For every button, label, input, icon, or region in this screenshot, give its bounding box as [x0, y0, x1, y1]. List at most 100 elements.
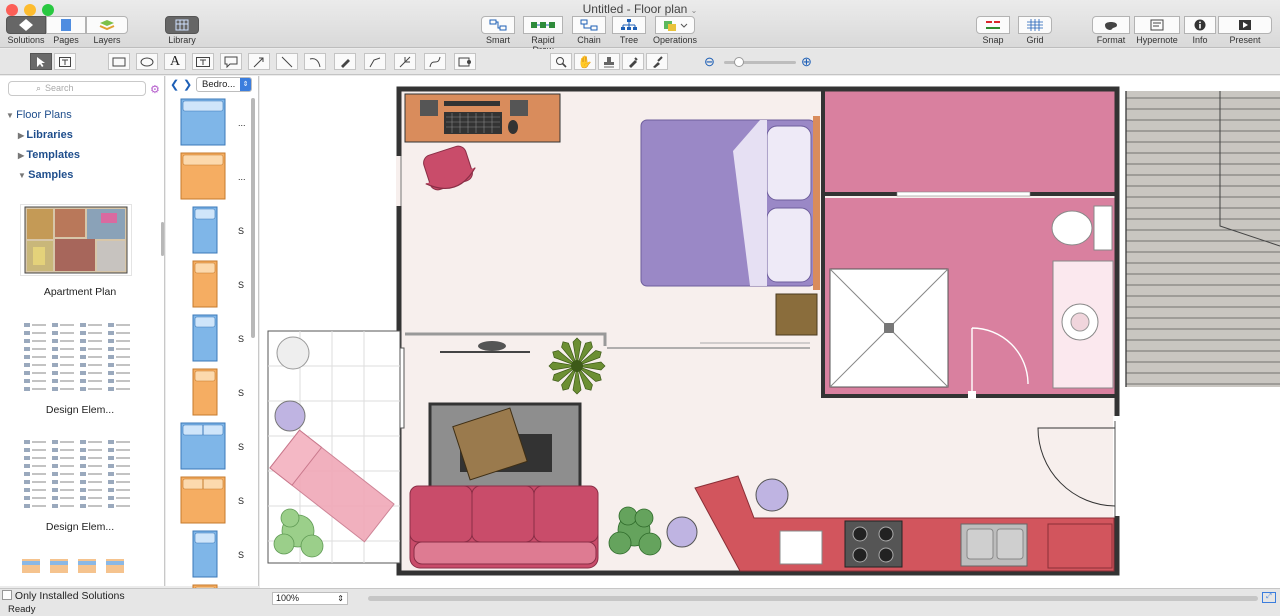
library-scrollbar[interactable]: [251, 98, 255, 338]
bezier-tool[interactable]: [424, 53, 446, 70]
connector-tool[interactable]: [394, 53, 416, 70]
headboard[interactable]: [813, 116, 820, 290]
drawing-toolbar: A ✋ ⊖ ⊕: [0, 49, 1280, 75]
polyline-tool[interactable]: [364, 53, 386, 70]
sample-design-elements-1[interactable]: [20, 319, 136, 395]
title-chevron-icon[interactable]: ⌄: [691, 6, 698, 15]
solutions-scrollbar[interactable]: [161, 222, 164, 256]
text-tool[interactable]: A: [164, 53, 186, 70]
lasso-tool[interactable]: [454, 53, 476, 70]
pointer-tool[interactable]: [30, 53, 52, 70]
monitor[interactable]: [444, 101, 500, 106]
stamp-tool[interactable]: [598, 53, 620, 70]
right-speaker[interactable]: [510, 100, 528, 116]
tree-libraries[interactable]: ▶ Libraries: [18, 129, 73, 141]
dishwasher[interactable]: [779, 530, 823, 565]
pillow-top[interactable]: [766, 125, 812, 201]
zoom-out-icon[interactable]: ⊖: [704, 54, 715, 70]
info-button[interactable]: Info: [1184, 16, 1216, 45]
ellipse-tool[interactable]: [136, 53, 158, 70]
library-prev-icon[interactable]: ❮: [170, 78, 179, 91]
zoom-slider-thumb[interactable]: [734, 57, 744, 67]
zoom-select[interactable]: 100% ⇕: [272, 592, 348, 605]
solution-manager-icon[interactable]: ⚙: [150, 83, 160, 96]
library-item-bed-9[interactable]: [192, 530, 218, 581]
pen-tool[interactable]: [334, 53, 356, 70]
text-select-tool[interactable]: [54, 53, 76, 70]
drawing-canvas[interactable]: [260, 76, 1280, 588]
smart-button[interactable]: Smart: [481, 16, 515, 45]
mouse[interactable]: [508, 120, 518, 134]
bed-shape-icon: [192, 368, 218, 416]
layers-button[interactable]: Layers: [86, 16, 128, 45]
tv-stand[interactable]: [478, 341, 506, 351]
library-item-bed-3[interactable]: [192, 206, 218, 257]
closet-sliding-door[interactable]: [896, 191, 1031, 197]
left-speaker[interactable]: [420, 100, 438, 116]
horizontal-scrollbar[interactable]: [368, 596, 1258, 601]
zoom-tool[interactable]: [550, 53, 572, 70]
zoom-in-icon[interactable]: ⊕: [801, 54, 812, 70]
operations-button[interactable]: Operations: [652, 16, 698, 45]
library-item-bed-4[interactable]: [192, 260, 218, 311]
balcony-side-table[interactable]: [276, 336, 310, 370]
app-window: Untitled - Floor plan ⌄ Solutions Pages …: [0, 0, 1280, 616]
sample-design-elements-3[interactable]: [20, 555, 136, 579]
sample-design-elements-2[interactable]: [20, 436, 136, 512]
floor-plan-drawing[interactable]: [260, 76, 1280, 588]
tree-samples[interactable]: ▼ Samples: [18, 169, 73, 181]
chain-button[interactable]: Chain: [572, 16, 606, 45]
balcony-stool[interactable]: [274, 400, 306, 432]
library-button[interactable]: Library: [162, 16, 202, 45]
fridge[interactable]: [1047, 523, 1113, 569]
sofa[interactable]: [409, 485, 599, 569]
snap-icon: [976, 16, 1010, 34]
keyboard[interactable]: [444, 112, 502, 134]
closet-room[interactable]: [823, 91, 1115, 193]
bed-shape-icon: [192, 314, 218, 362]
staircase[interactable]: [1125, 91, 1280, 387]
eyedropper-tool[interactable]: [622, 53, 644, 70]
nightstand[interactable]: [775, 293, 818, 336]
hypernote-button[interactable]: Hypernote: [1132, 16, 1182, 45]
pan-tool[interactable]: ✋: [574, 53, 596, 70]
dining-stool-right[interactable]: [755, 478, 789, 512]
library-item-bed-7[interactable]: [180, 422, 226, 473]
library-item-bed-8[interactable]: [180, 476, 226, 527]
operations-icon: [655, 16, 695, 34]
grid-button[interactable]: Grid: [1018, 16, 1052, 45]
format-painter-tool[interactable]: [646, 53, 668, 70]
line-tool[interactable]: [276, 53, 298, 70]
search-input[interactable]: Search: [8, 81, 146, 96]
arc-tool[interactable]: [304, 53, 326, 70]
library-dropdown[interactable]: Bedro... ⇕: [196, 77, 252, 92]
library-next-icon[interactable]: ❯: [183, 78, 192, 91]
tree-floor-plans[interactable]: ▼ Floor Plans: [6, 109, 72, 121]
toilet-bowl[interactable]: [1051, 210, 1093, 246]
solutions-button[interactable]: Solutions: [4, 16, 48, 45]
format-button[interactable]: Format: [1092, 16, 1130, 45]
only-installed-checkbox[interactable]: Only Installed Solutions: [2, 590, 125, 602]
textbox-tool[interactable]: [192, 53, 214, 70]
tree-button[interactable]: Tree: [612, 16, 646, 45]
zoom-slider[interactable]: [724, 57, 796, 67]
sample-apartment-plan[interactable]: [20, 204, 132, 276]
library-item-bed-5[interactable]: [192, 314, 218, 365]
callout-tool[interactable]: [220, 53, 242, 70]
stove[interactable]: [844, 520, 903, 568]
line-arrow-tool[interactable]: [248, 53, 270, 70]
tree-templates[interactable]: ▶ Templates: [18, 149, 80, 161]
library-item-bed-2[interactable]: [180, 152, 226, 203]
fit-page-icon[interactable]: ⤢: [1262, 592, 1276, 603]
library-item-label: S: [238, 388, 245, 398]
toilet-tank[interactable]: [1093, 205, 1113, 251]
library-item-bed-6[interactable]: [192, 368, 218, 419]
present-button[interactable]: Present: [1218, 16, 1272, 45]
library-item-bed-1[interactable]: [180, 98, 226, 149]
pages-button[interactable]: Pages: [46, 16, 86, 45]
snap-button[interactable]: Snap: [976, 16, 1010, 45]
zoom-value: 100%: [276, 593, 300, 603]
dining-stool-left[interactable]: [666, 516, 698, 548]
rectangle-tool[interactable]: [108, 53, 130, 70]
pillow-bottom[interactable]: [766, 207, 812, 283]
